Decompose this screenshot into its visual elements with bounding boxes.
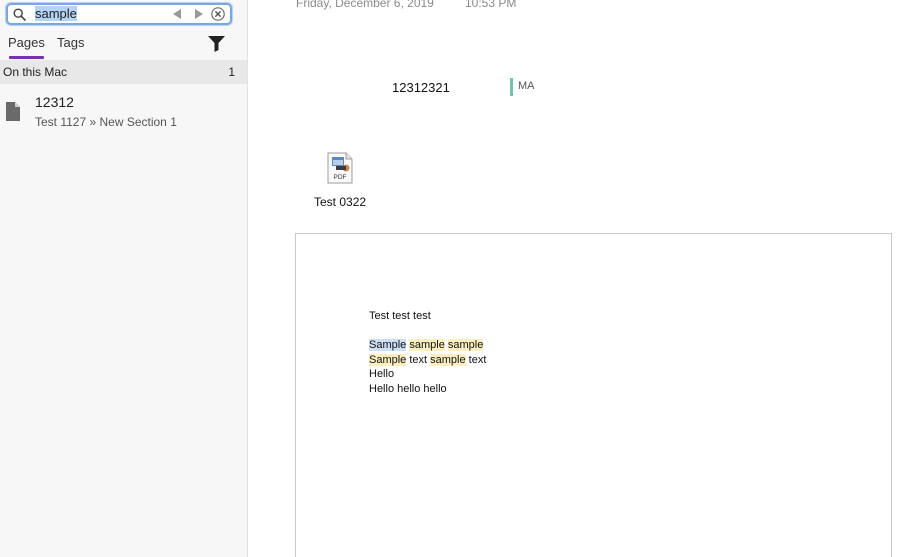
active-tab-indicator (9, 56, 44, 59)
pdf-type-label: PDF (334, 174, 347, 181)
pdf-attachment[interactable]: PDF Test 0322 (310, 152, 372, 212)
search-match-highlight: sample (430, 353, 466, 366)
note-text[interactable]: 12312321 (392, 80, 450, 95)
printout-text-run: Hello (369, 368, 395, 381)
search-match-highlight: Sample (369, 339, 407, 352)
funnel-icon[interactable] (207, 35, 226, 52)
clear-circle-icon[interactable] (211, 7, 225, 21)
search-match-highlight: sample (447, 339, 484, 352)
page-date: Friday, December 6, 2019 (296, 0, 434, 10)
right-arrow-icon[interactable] (193, 8, 205, 20)
tab-tags[interactable]: Tags (57, 35, 84, 50)
tab-pages[interactable]: Pages (8, 35, 45, 50)
printout-text-run: Test test test (369, 310, 431, 322)
printout-line: Test test test (369, 309, 486, 324)
printout-line: Sample sample sample (369, 338, 486, 353)
search-input-value: sample (35, 6, 77, 21)
search-match-highlight: sample (409, 339, 445, 352)
author-initials: MA (518, 80, 535, 92)
printout-text-run: text (465, 353, 487, 366)
page-time: 10:53 PM (465, 0, 517, 10)
author-indicator (510, 78, 513, 96)
search-result-item[interactable]: 12312 Test 1127 » New Section 1 (0, 88, 247, 134)
printout-text-run: text (406, 353, 431, 366)
pdf-file-icon: PDF (327, 152, 353, 184)
pdf-printout[interactable]: Test test test Sample sample sample Sample… (295, 233, 892, 557)
results-group-header[interactable]: On this Mac 1 (0, 60, 247, 84)
printout-text: Test test test Sample sample sample Sample… (369, 309, 486, 397)
page-canvas[interactable]: Friday, December 6, 2019 10:53 PM 123123… (248, 0, 911, 557)
search-icon (13, 8, 26, 21)
search-match-highlight: Sample (369, 353, 407, 366)
attachment-name: Test 0322 (314, 195, 367, 209)
search-input[interactable]: sample (35, 6, 165, 23)
results-group-count: 1 (228, 65, 235, 79)
results-group-name: On this Mac (3, 65, 68, 79)
result-title: 12312 (35, 94, 74, 110)
left-arrow-icon[interactable] (171, 8, 183, 20)
search-scope-tabs: Pages Tags (0, 32, 248, 60)
printout-line: Hello hello hello (369, 382, 486, 397)
result-path: Test 1127 » New Section 1 (35, 115, 177, 129)
search-box[interactable]: sample (6, 3, 232, 25)
printout-text-run: Hello hello hello (369, 382, 447, 395)
sidebar: sample Pages Tags On this Mac 1 12312 Te… (0, 0, 248, 557)
printout-blank-line (369, 324, 486, 339)
printout-line: Hello (369, 367, 486, 382)
printout-line: Sample text sample text (369, 353, 486, 368)
page-icon (6, 102, 20, 121)
